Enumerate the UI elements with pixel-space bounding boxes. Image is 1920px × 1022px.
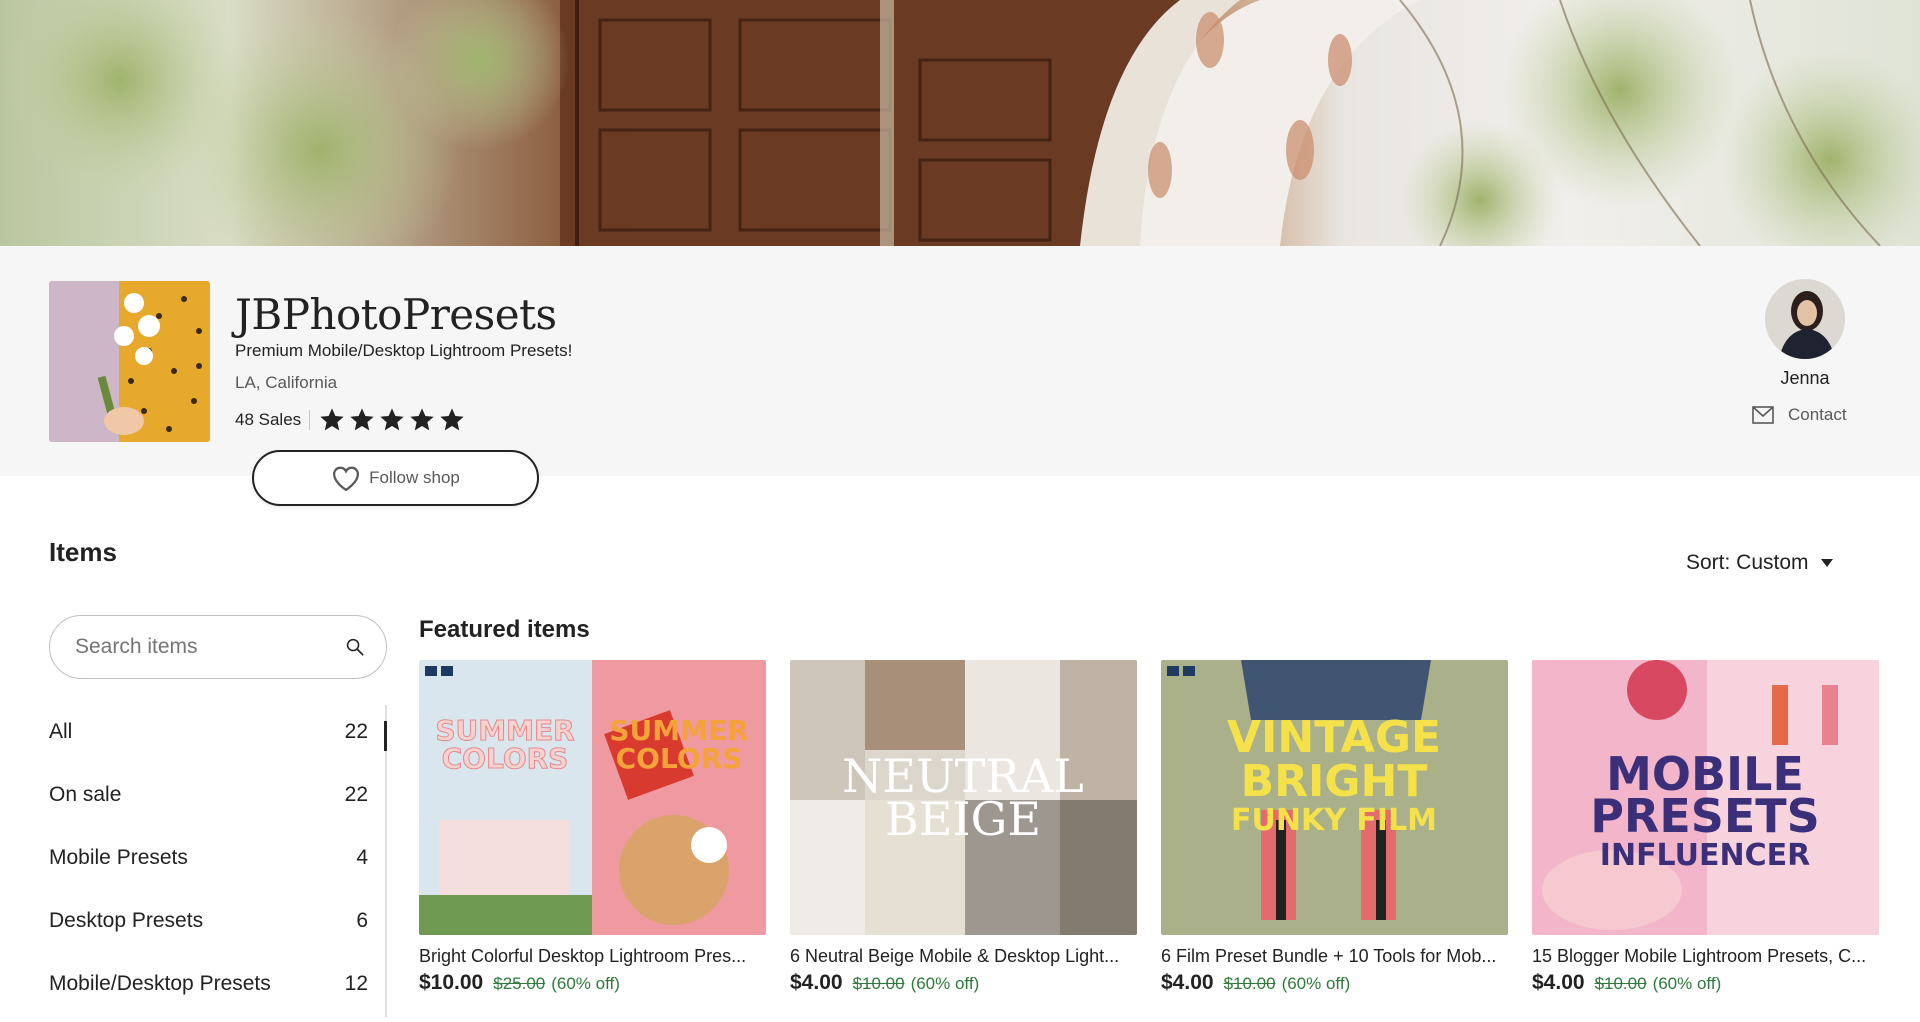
contact-label: Contact (1788, 405, 1847, 424)
star-icon (350, 408, 374, 431)
price-original: $10.00 (1594, 974, 1647, 993)
product-price: $4.00 $10.00 (60% off) (790, 971, 1137, 995)
shop-logo[interactable] (49, 281, 210, 442)
category-count: 12 (344, 971, 368, 995)
category-scroll-rail (385, 705, 387, 1017)
search-input[interactable] (75, 635, 346, 659)
price-discount: (60% off) (1652, 974, 1722, 993)
items-heading: Items (49, 537, 117, 567)
product-card[interactable]: SUMMER COLORS SUMMER COLORS Bright Color… (419, 660, 766, 995)
owner-name[interactable]: Jenna (1765, 368, 1845, 389)
price-discount: (60% off) (1281, 974, 1351, 993)
product-image[interactable]: SUMMER COLORS SUMMER COLORS (419, 660, 766, 935)
svg-text:INFLUENCER: INFLUENCER (1600, 838, 1810, 873)
price-current: $4.00 (790, 971, 843, 994)
category-label: Mobile/Desktop Presets (49, 971, 271, 995)
envelope-icon (1752, 406, 1774, 424)
svg-text:FUNKY FILM: FUNKY FILM (1231, 803, 1437, 838)
product-title[interactable]: 6 Neutral Beige Mobile & Desktop Light..… (790, 946, 1137, 967)
svg-text:BRIGHT: BRIGHT (1241, 756, 1428, 807)
category-mobile-desktop-presets[interactable]: Mobile/Desktop Presets 12 (49, 952, 369, 1015)
category-on-sale[interactable]: On sale 22 (49, 763, 369, 826)
category-label: Mobile Presets (49, 845, 188, 869)
shop-sales-rating: 48 Sales (235, 406, 466, 434)
rating-stars[interactable] (318, 406, 466, 434)
sales-count: 48 Sales (235, 410, 302, 429)
featured-items-heading: Featured items (419, 616, 590, 643)
shop-banner-image (0, 0, 1920, 246)
caret-down-icon (1820, 559, 1833, 567)
contact-button[interactable]: Contact (1752, 405, 1847, 425)
svg-text:COLORS: COLORS (442, 742, 569, 775)
product-price: $10.00 $25.00 (60% off) (419, 971, 766, 995)
price-discount: (60% off) (910, 974, 980, 993)
shop-name: JBPhotoPresets (235, 290, 557, 339)
category-count: 22 (344, 782, 368, 806)
owner-avatar[interactable] (1765, 279, 1845, 359)
svg-text:COLORS: COLORS (616, 742, 743, 775)
price-original: $25.00 (493, 974, 546, 993)
product-image[interactable]: MOBILE PRESETS INFLUENCER (1532, 660, 1879, 935)
svg-text:PRESETS: PRESETS (1590, 789, 1820, 843)
search-icon[interactable] (346, 633, 364, 661)
heart-icon (333, 466, 360, 492)
follow-shop-label: Follow shop (369, 468, 460, 487)
sort-dropdown[interactable]: Sort: Custom (1686, 551, 1833, 575)
category-all[interactable]: All 22 (49, 700, 369, 763)
product-title[interactable]: Bright Colorful Desktop Lightroom Pres..… (419, 946, 766, 967)
product-card[interactable]: VINTAGE BRIGHT FUNKY FILM 6 Film Preset … (1161, 660, 1508, 995)
divider (309, 410, 311, 430)
follow-shop-button[interactable]: Follow shop (252, 450, 539, 506)
star-icon (320, 408, 344, 431)
category-label: On sale (49, 782, 122, 806)
price-current: $10.00 (419, 971, 484, 994)
category-count: 4 (356, 845, 368, 869)
star-icon (410, 408, 434, 431)
category-label: Desktop Presets (49, 908, 204, 932)
price-discount: (60% off) (551, 974, 620, 993)
shop-tagline: Premium Mobile/Desktop Lightroom Presets… (235, 341, 573, 360)
product-title[interactable]: 15 Blogger Mobile Lightroom Presets, C..… (1532, 946, 1879, 967)
category-desktop-presets[interactable]: Desktop Presets 6 (49, 889, 369, 952)
search-items-box[interactable] (49, 615, 387, 679)
category-active-indicator (384, 721, 387, 751)
product-title[interactable]: 6 Film Preset Bundle + 10 Tools for Mob.… (1161, 946, 1508, 967)
product-card[interactable]: MOBILE PRESETS INFLUENCER 15 Blogger Mob… (1532, 660, 1879, 995)
category-label: All (49, 719, 73, 743)
category-list: All 22 On sale 22 Mobile Presets 4 Deskt… (49, 700, 369, 1015)
category-mobile-presets[interactable]: Mobile Presets 4 (49, 826, 369, 889)
product-price: $4.00 $10.00 (60% off) (1161, 971, 1508, 995)
shop-location: LA, California (235, 373, 338, 392)
sort-label: Sort: Custom (1686, 551, 1809, 574)
star-icon (440, 408, 464, 431)
product-price: $4.00 $10.00 (60% off) (1532, 971, 1879, 995)
product-image[interactable]: NEUTRAL BEIGE (790, 660, 1137, 935)
product-image[interactable]: VINTAGE BRIGHT FUNKY FILM (1161, 660, 1508, 935)
shop-header (0, 246, 1920, 476)
category-count: 6 (356, 908, 368, 932)
star-icon (380, 408, 404, 431)
price-current: $4.00 (1532, 971, 1585, 994)
svg-text:BEIGE: BEIGE (885, 792, 1041, 846)
product-card[interactable]: NEUTRAL BEIGE 6 Neutral Beige Mobile & D… (790, 660, 1137, 995)
price-original: $10.00 (852, 974, 905, 993)
price-current: $4.00 (1161, 971, 1214, 994)
category-count: 22 (344, 719, 368, 743)
price-original: $10.00 (1223, 974, 1276, 993)
